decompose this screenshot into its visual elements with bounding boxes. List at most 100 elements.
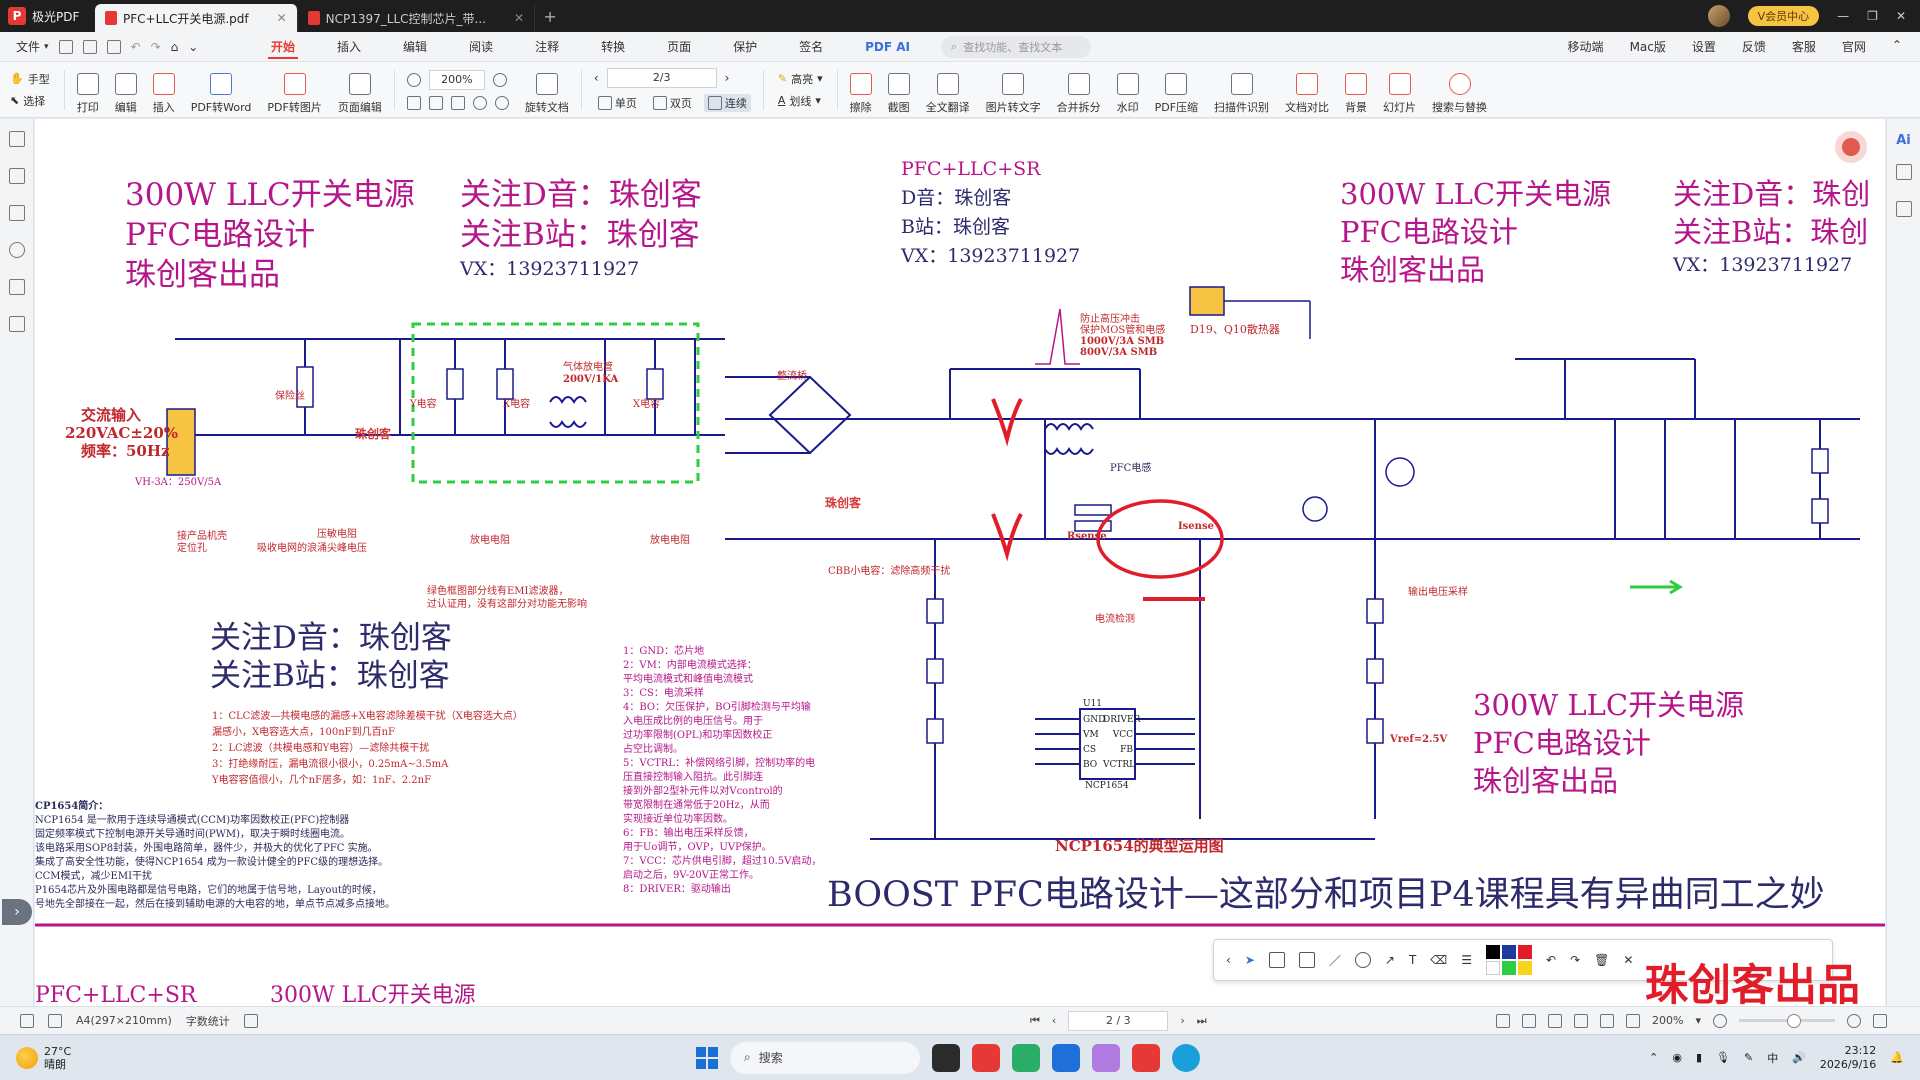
- clock[interactable]: 23:12 2026/9/16: [1820, 1044, 1876, 1072]
- tab-edit[interactable]: 编辑: [382, 32, 448, 62]
- save-icon[interactable]: [82, 39, 97, 54]
- tab-sign[interactable]: 签名: [778, 32, 844, 62]
- double-page-icon[interactable]: [1600, 1013, 1614, 1028]
- rotate-left-icon[interactable]: [472, 95, 487, 110]
- close-tab-icon[interactable]: ✕: [514, 11, 524, 25]
- feature-search-input[interactable]: ⌕ 查找功能、查找文本: [941, 35, 1092, 58]
- document-canvas[interactable]: 300W LLC开关电源 PFC电路设计 珠创客出品 关注D音：珠创客 关注B站…: [35, 119, 1885, 1016]
- read-mode-icon[interactable]: [1496, 1013, 1510, 1028]
- maximize-icon[interactable]: ❐: [1867, 9, 1878, 23]
- chevron-up-icon[interactable]: ⌃: [1649, 1051, 1658, 1064]
- open-folder-icon[interactable]: [58, 39, 73, 54]
- app-icon[interactable]: [1132, 1043, 1160, 1072]
- undo-icon[interactable]: ↶: [131, 40, 141, 54]
- next-page-icon[interactable]: ›: [1180, 1014, 1184, 1027]
- signature-panel-icon[interactable]: [8, 316, 25, 332]
- mic-icon[interactable]: 🎙: [1716, 1051, 1730, 1064]
- erase-button[interactable]: 擦除: [842, 65, 880, 115]
- color-swatch[interactable]: [1486, 945, 1501, 959]
- zoom-out-icon[interactable]: [1712, 1013, 1727, 1028]
- minimize-icon[interactable]: —: [1837, 9, 1849, 23]
- rotate-document-button[interactable]: 旋转文档: [517, 65, 577, 115]
- color-swatch[interactable]: [1518, 945, 1533, 959]
- new-tab-button[interactable]: +: [535, 7, 565, 26]
- attachment-icon[interactable]: [8, 279, 25, 295]
- insert-button[interactable]: 插入: [145, 65, 183, 115]
- annotation-list-icon[interactable]: [8, 168, 25, 184]
- app-menu-button[interactable]: P 极光PDF: [0, 0, 95, 32]
- fit-width-icon[interactable]: [428, 95, 443, 110]
- tray-icon[interactable]: ◉: [1672, 1051, 1682, 1064]
- home-icon[interactable]: ⌂: [171, 40, 179, 54]
- page-indicator[interactable]: 2 / 3: [1068, 1010, 1169, 1031]
- double-page-view[interactable]: 双页: [649, 94, 696, 112]
- expand-sidebar-button[interactable]: ›: [2, 899, 32, 925]
- floating-assistant-button[interactable]: [1835, 131, 1867, 163]
- scan-recognize-button[interactable]: 扫描件识别: [1206, 65, 1277, 115]
- pen-icon[interactable]: [1268, 952, 1285, 968]
- close-icon[interactable]: ✕: [1623, 953, 1633, 967]
- word-count-button[interactable]: 字数统计: [186, 1013, 230, 1029]
- first-page-icon[interactable]: ⏮: [1030, 1014, 1040, 1028]
- feedback-link[interactable]: 反馈: [1742, 38, 1766, 55]
- pdf-app-icon[interactable]: [972, 1043, 1000, 1072]
- edit-button[interactable]: 编辑: [107, 65, 145, 115]
- tab-pdf-ai[interactable]: PDF AI: [844, 32, 931, 62]
- search-replace-button[interactable]: 搜索与替换: [1424, 65, 1495, 115]
- actual-size-icon[interactable]: [450, 95, 465, 110]
- tab-annotate[interactable]: 注释: [514, 32, 580, 62]
- page-number-input[interactable]: 2/3: [606, 67, 717, 88]
- line-width-icon[interactable]: ☰: [1461, 953, 1472, 967]
- color-swatch[interactable]: [1486, 961, 1501, 975]
- task-view-icon[interactable]: [932, 1043, 960, 1072]
- notification-icon[interactable]: 🔔: [1890, 1051, 1904, 1064]
- highlight-button[interactable]: ✎ 高亮 ▾: [778, 71, 823, 87]
- avatar[interactable]: [1707, 5, 1730, 27]
- ai-summary-icon[interactable]: [243, 1013, 258, 1028]
- hand-tool-button[interactable]: ✋ 手型: [10, 71, 50, 87]
- pdf-to-image-button[interactable]: PDF转图片: [259, 65, 329, 115]
- arrow-icon[interactable]: ↗: [1385, 953, 1395, 967]
- screenshot-button[interactable]: 截图: [880, 65, 918, 115]
- zoom-slider[interactable]: [1738, 1014, 1835, 1028]
- mac-link[interactable]: Mac版: [1630, 38, 1666, 55]
- fullscreen-icon[interactable]: [1872, 1013, 1887, 1028]
- line-icon[interactable]: ／: [1329, 952, 1341, 969]
- zoom-in-icon[interactable]: [1846, 1013, 1861, 1028]
- fit-page-icon[interactable]: [1522, 1013, 1536, 1028]
- color-swatch[interactable]: [1518, 961, 1533, 975]
- network-icon[interactable]: ▮: [1696, 1051, 1702, 1064]
- compare-button[interactable]: 文档对比: [1277, 65, 1337, 115]
- support-link[interactable]: 客服: [1792, 38, 1816, 55]
- fit-page-icon[interactable]: [406, 95, 421, 110]
- print-icon[interactable]: [106, 39, 121, 54]
- prev-page-icon[interactable]: ‹: [1052, 1014, 1056, 1027]
- zoom-in-icon[interactable]: [492, 72, 507, 87]
- undo-icon[interactable]: ↶: [1546, 953, 1556, 967]
- redo-icon[interactable]: ↷: [151, 40, 161, 54]
- ime-icon[interactable]: 中: [1767, 1050, 1778, 1066]
- outline-icon[interactable]: [8, 131, 25, 147]
- app-icon[interactable]: [1052, 1043, 1080, 1072]
- collapse-ribbon-icon[interactable]: ⌃: [1892, 38, 1902, 55]
- rotate-right-icon[interactable]: [494, 95, 509, 110]
- file-menu[interactable]: 文件: [16, 38, 40, 55]
- text-icon[interactable]: T: [1409, 953, 1416, 967]
- windows-start-icon[interactable]: [696, 1046, 718, 1069]
- mobile-link[interactable]: 移动端: [1568, 38, 1604, 55]
- vip-center-button[interactable]: V会员中心: [1747, 6, 1820, 26]
- edge-browser-icon[interactable]: [1172, 1043, 1200, 1072]
- merge-split-button[interactable]: 合并拆分: [1049, 65, 1109, 115]
- underline-button[interactable]: A 划线 ▾: [778, 93, 823, 109]
- weather-widget[interactable]: 27°C 晴朗: [0, 1045, 71, 1071]
- compress-button[interactable]: PDF压缩: [1147, 65, 1206, 115]
- page-icon[interactable]: [48, 1013, 62, 1028]
- single-page-icon[interactable]: [1574, 1013, 1588, 1028]
- zoom-level[interactable]: 200%: [1652, 1014, 1683, 1027]
- sidebar-toggle-icon[interactable]: [20, 1013, 34, 1028]
- single-page-view[interactable]: 单页: [594, 94, 641, 112]
- continuous-icon[interactable]: [1626, 1013, 1640, 1028]
- wechat-icon[interactable]: [1012, 1043, 1040, 1072]
- tab-document-active[interactable]: PFC+LLC开关电源.pdf ✕: [95, 4, 298, 32]
- volume-icon[interactable]: 🔊: [1792, 1051, 1806, 1064]
